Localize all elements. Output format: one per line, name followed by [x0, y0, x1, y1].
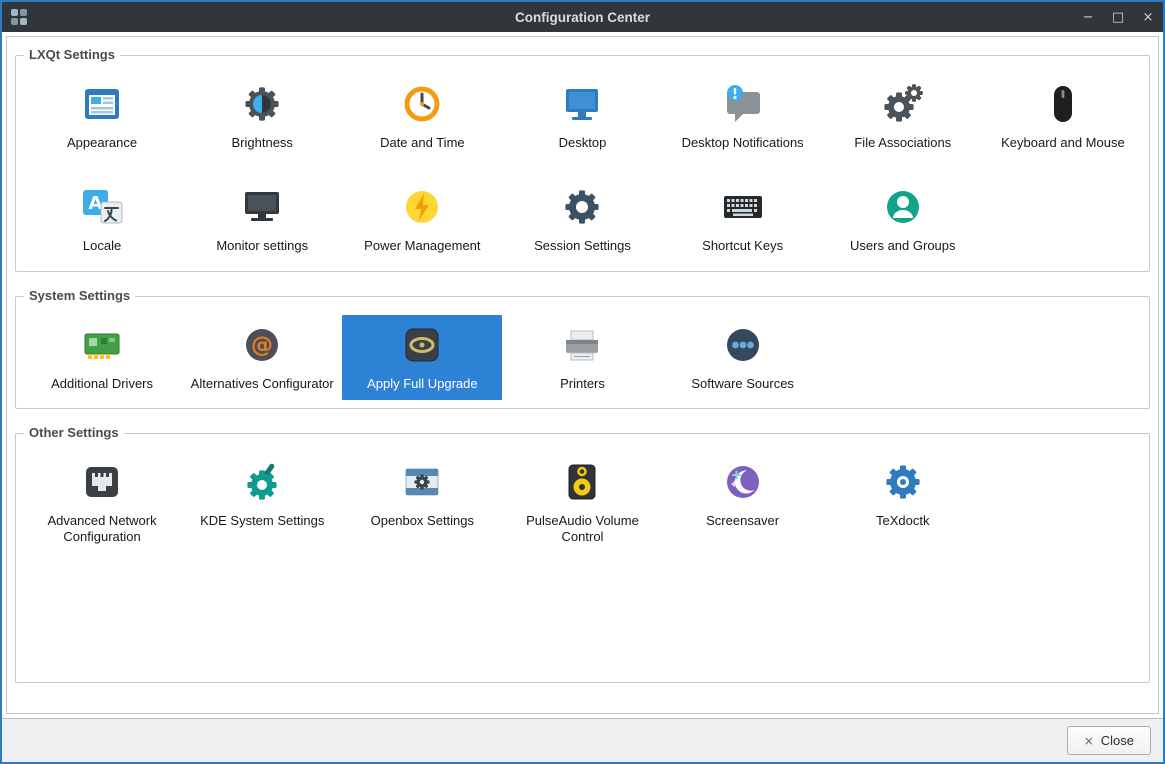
settings-item-openbox-settings[interactable]: Openbox Settings — [342, 452, 502, 554]
section-system-settings: System Settings Additional Drivers @ Alt… — [15, 287, 1150, 409]
window-title: Configuration Center — [515, 9, 650, 25]
item-label: Appearance — [67, 135, 138, 150]
alternatives-configurator-icon: @ — [238, 321, 286, 369]
item-label: Date and Time — [380, 135, 465, 150]
settings-item-apply-full-upgrade[interactable]: Apply Full Upgrade — [342, 314, 503, 400]
pulseaudio-volume-control-icon — [558, 458, 606, 506]
settings-item-alternatives-configurator[interactable]: @ Alternatives Configurator — [182, 315, 342, 400]
item-label: Additional Drivers — [51, 375, 153, 391]
item-label: Printers — [560, 375, 605, 391]
settings-item-desktop-notifications[interactable]: Desktop Notifications — [663, 74, 823, 159]
settings-item-texdoctk[interactable]: TeXdoctk — [823, 452, 983, 554]
close-x-icon: × — [1083, 733, 1094, 748]
settings-item-session-settings[interactable]: Session Settings — [502, 177, 662, 262]
settings-item-kde-system-settings[interactable]: KDE System Settings — [182, 452, 342, 554]
keyboard-mouse-icon — [1039, 80, 1087, 128]
close-button[interactable]: × Close — [1066, 726, 1151, 755]
maximize-button[interactable]: □ — [1103, 2, 1133, 32]
item-label: Software Sources — [691, 375, 794, 391]
section-title: LXQt Settings — [24, 47, 120, 62]
section-title: Other Settings — [24, 424, 124, 440]
settings-item-additional-drivers[interactable]: Additional Drivers — [22, 315, 182, 400]
close-window-button[interactable]: × — [1133, 2, 1163, 32]
section-other-settings: Other Settings Advanced Network Configur… — [15, 424, 1150, 683]
sections-container: LXQt Settings Appearance Brightness Date… — [6, 36, 1159, 714]
item-label: Advanced Network Configuration — [47, 512, 157, 544]
item-label: Brightness — [231, 135, 293, 150]
settings-item-keyboard-and-mouse[interactable]: Keyboard and Mouse — [983, 74, 1143, 159]
item-label: Power Management — [364, 238, 481, 254]
settings-item-shortcut-keys[interactable]: Shortcut Keys — [663, 177, 823, 262]
settings-item-monitor-settings[interactable]: Monitor settings — [182, 177, 342, 262]
section-title: System Settings — [24, 287, 136, 303]
item-label: Alternatives Configurator — [190, 375, 334, 391]
brightness-icon — [238, 80, 286, 128]
settings-item-date-and-time[interactable]: Date and Time — [342, 74, 502, 159]
item-label: Openbox Settings — [370, 512, 475, 528]
additional-drivers-icon — [78, 321, 126, 369]
item-label: Session Settings — [534, 238, 631, 254]
item-label: File Associations — [854, 135, 952, 150]
svg-text:@: @ — [251, 333, 273, 358]
texdoctk-icon — [879, 458, 927, 506]
item-label: Users and Groups — [850, 238, 956, 254]
settings-item-screensaver[interactable]: Screensaver — [663, 452, 823, 554]
close-button-label: Close — [1100, 733, 1134, 748]
items-grid: Advanced Network Configuration KDE Syste… — [22, 452, 1143, 554]
items-grid: Appearance Brightness Date and Time Desk… — [22, 74, 1143, 263]
minimize-button[interactable]: − — [1073, 2, 1103, 32]
svg-text:A: A — [89, 193, 103, 214]
item-label: Monitor settings — [216, 238, 309, 254]
settings-item-brightness[interactable]: Brightness — [182, 74, 342, 159]
openbox-settings-icon — [398, 458, 446, 506]
software-sources-icon — [719, 321, 767, 369]
item-label: Locale — [82, 238, 122, 254]
settings-item-power-management[interactable]: Power Management — [342, 177, 502, 262]
settings-item-pulseaudio-volume-control[interactable]: PulseAudio Volume Control — [502, 452, 662, 554]
session-settings-icon — [558, 183, 606, 231]
footer-bar: × Close — [2, 718, 1163, 762]
item-label: Shortcut Keys — [702, 238, 784, 254]
file-associations-icon — [879, 80, 927, 128]
settings-item-software-sources[interactable]: Software Sources — [663, 315, 823, 400]
titlebar[interactable]: Configuration Center − □ × — [2, 2, 1163, 32]
users-groups-icon — [879, 183, 927, 231]
settings-item-appearance[interactable]: Appearance — [22, 74, 182, 159]
item-label: Apply Full Upgrade — [367, 375, 478, 391]
advanced-network-configuration-icon — [78, 458, 126, 506]
settings-item-advanced-network-configuration[interactable]: Advanced Network Configuration — [22, 452, 182, 554]
app-icon — [10, 8, 28, 26]
item-label: PulseAudio Volume Control — [526, 512, 639, 544]
items-grid: Additional Drivers @ Alternatives Config… — [22, 314, 1143, 400]
item-label: TeXdoctk — [876, 512, 930, 528]
settings-item-locale[interactable]: A Locale — [22, 177, 182, 262]
item-label: Desktop — [558, 135, 607, 150]
shortcut-keys-icon — [719, 183, 767, 231]
settings-item-file-associations[interactable]: File Associations — [823, 74, 983, 159]
section-lxqt-settings: LXQt Settings Appearance Brightness Date… — [15, 47, 1150, 272]
item-label: Keyboard and Mouse — [1001, 135, 1125, 150]
printers-icon — [558, 321, 606, 369]
power-management-icon — [398, 183, 446, 231]
content-area: LXQt Settings Appearance Brightness Date… — [2, 32, 1163, 718]
desktop-notifications-icon — [719, 80, 767, 128]
monitor-settings-icon — [238, 183, 286, 231]
item-label: Desktop Notifications — [681, 135, 804, 150]
kde-system-settings-icon — [238, 458, 286, 506]
screensaver-icon — [719, 458, 767, 506]
apply-full-upgrade-icon — [398, 321, 446, 369]
window-controls: − □ × — [1073, 2, 1163, 32]
settings-item-printers[interactable]: Printers — [502, 315, 662, 400]
settings-item-users-and-groups[interactable]: Users and Groups — [823, 177, 983, 262]
locale-icon: A — [78, 183, 126, 231]
configuration-center-window: Configuration Center − □ × LXQt Settings… — [0, 0, 1165, 764]
desktop-icon — [558, 80, 606, 128]
item-label: Screensaver — [706, 512, 780, 528]
date-time-icon — [398, 80, 446, 128]
item-label: KDE System Settings — [200, 512, 325, 528]
settings-item-desktop[interactable]: Desktop — [502, 74, 662, 159]
appearance-icon — [78, 80, 126, 128]
